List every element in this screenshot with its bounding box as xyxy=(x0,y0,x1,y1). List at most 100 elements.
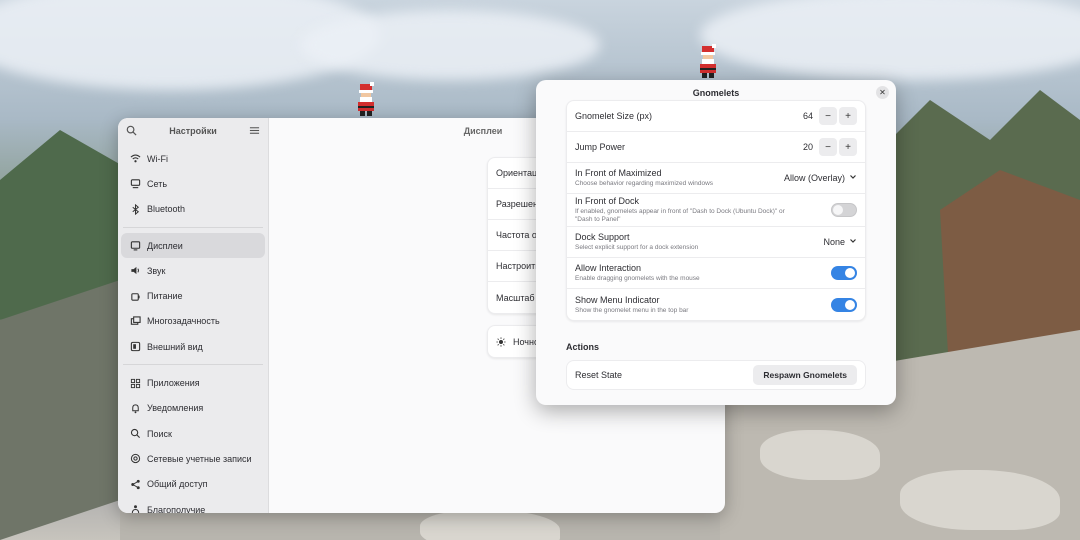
menu-icon[interactable] xyxy=(249,125,260,138)
row-subtitle: If enabled, gnomelets appear in front of… xyxy=(575,208,785,224)
power-icon xyxy=(129,290,141,302)
sidebar-item-label: Сетевые учетные записи xyxy=(147,453,252,464)
close-button[interactable]: ✕ xyxy=(876,86,889,99)
gnomelets-dialog: Gnomelets ✕ Gnomelet Size (px) 64 − + Ju… xyxy=(536,80,896,405)
decrease-button[interactable]: − xyxy=(819,138,837,156)
jump-value[interactable]: 20 xyxy=(799,142,817,152)
sidebar-item-label: Многозадачность xyxy=(147,316,220,327)
sidebar-title: Настройки xyxy=(169,126,217,136)
sidebar-item-network[interactable]: Сеть xyxy=(121,171,265,196)
dock-toggle[interactable] xyxy=(831,203,857,217)
sidebar-item-search[interactable]: Поиск xyxy=(121,421,265,446)
row-title: Allow Interaction xyxy=(575,263,642,273)
appearance-icon xyxy=(129,341,141,353)
dock-support-row[interactable]: Dock Support Select explicit support for… xyxy=(567,227,865,258)
show-menu-indicator-row: Show Menu Indicator Show the gnomelet me… xyxy=(567,289,865,320)
row-subtitle: Choose behavior regarding maximized wind… xyxy=(575,180,714,187)
dropdown-value: Allow (Overlay) xyxy=(783,173,845,183)
network-icon xyxy=(129,178,141,190)
interaction-toggle[interactable] xyxy=(831,266,857,280)
allow-interaction-row: Allow Interaction Enable dragging gnomel… xyxy=(567,258,865,289)
row-title: Dock Support xyxy=(575,232,630,242)
sidebar-item-label: Сеть xyxy=(147,178,168,189)
increase-button[interactable]: + xyxy=(839,107,857,125)
santa-gnomelet-icon[interactable] xyxy=(352,82,380,118)
gnomelet-size-row: Gnomelet Size (px) 64 − + xyxy=(567,101,865,132)
sidebar-item-displays[interactable]: Дисплеи xyxy=(121,232,265,259)
maximized-dropdown[interactable]: Allow (Overlay) xyxy=(784,173,857,183)
row-title: Show Menu Indicator xyxy=(575,294,660,305)
size-value[interactable]: 64 xyxy=(799,111,817,121)
dock-support-dropdown[interactable]: None xyxy=(823,237,857,247)
size-spinbutton: 64 − + xyxy=(799,107,857,125)
increase-button[interactable]: + xyxy=(839,138,857,156)
sidebar-item-label: Bluetooth xyxy=(147,204,186,215)
respawn-button[interactable]: Respawn Gnomelets xyxy=(753,365,857,385)
apps-icon xyxy=(129,377,141,389)
jump-spinbutton: 20 − + xyxy=(799,138,857,156)
row-subtitle: Select explicit support for a dock exten… xyxy=(575,244,699,251)
preferences-group: Gnomelet Size (px) 64 − + Jump Power 20 … xyxy=(566,100,866,321)
sidebar-item-power[interactable]: Питание xyxy=(121,283,265,308)
actions-group: Reset State Respawn Gnomelets xyxy=(566,360,866,390)
bluetooth-icon xyxy=(129,203,141,215)
search-icon xyxy=(129,428,141,440)
sidebar-item-wifi[interactable]: Wi-Fi xyxy=(121,146,265,171)
sidebar-item-bluetooth[interactable]: Bluetooth xyxy=(121,197,265,222)
row-title: In Front of Dock xyxy=(575,196,640,206)
chevron-down-icon xyxy=(849,237,857,247)
row-subtitle: Show the gnomelet menu in the top bar xyxy=(575,306,689,314)
sidebar-item-wellbeing[interactable]: Благополучие xyxy=(121,497,265,513)
search-icon[interactable] xyxy=(126,125,137,138)
night-light-icon xyxy=(496,336,506,347)
row-title: In Front of Maximized xyxy=(575,168,662,178)
menu-indicator-toggle[interactable] xyxy=(831,297,857,312)
dialog-title: Gnomelets xyxy=(692,88,740,98)
sidebar-item-sound[interactable]: Звук xyxy=(121,258,265,283)
row-title: Jump Power xyxy=(575,142,626,152)
row-subtitle: Enable dragging gnomelets with the mouse xyxy=(575,275,700,282)
display-icon xyxy=(129,240,141,252)
front-of-maximized-row[interactable]: In Front of Maximized Choose behavior re… xyxy=(567,163,865,194)
sidebar-item-label: Благополучие xyxy=(147,504,206,514)
sound-icon xyxy=(129,265,141,277)
sidebar-item-label: Внешний вид xyxy=(147,341,203,352)
reset-state-label: Reset State xyxy=(575,370,623,380)
sidebar-item-label: Поиск xyxy=(147,428,172,439)
toggle-knob xyxy=(833,205,843,215)
subtitle-line: "Dash to Panel" xyxy=(575,216,621,223)
sidebar-item-online-accounts[interactable]: Сетевые учетные записи xyxy=(121,446,265,471)
subtitle-line: If enabled, gnomelets appear in front of… xyxy=(575,208,785,215)
sidebar-item-notifications[interactable]: Уведомления xyxy=(121,396,265,421)
sidebar-item-label: Дисплеи xyxy=(147,240,183,251)
sidebar-item-label: Приложения xyxy=(147,378,200,389)
sidebar-separator xyxy=(123,364,263,366)
share-icon xyxy=(129,478,141,490)
wellbeing-icon xyxy=(129,504,141,513)
jump-power-row: Jump Power 20 − + xyxy=(567,132,865,163)
sidebar-separator xyxy=(123,226,263,228)
row-title: Gnomelet Size (px) xyxy=(575,111,653,121)
dropdown-value: None xyxy=(823,237,845,247)
toggle-knob xyxy=(845,299,855,310)
sidebar-header: Настройки xyxy=(118,118,268,144)
sidebar-item-label: Wi-Fi xyxy=(147,153,168,164)
sidebar-item-multitasking[interactable]: Многозадачность xyxy=(121,309,265,334)
chevron-down-icon xyxy=(849,173,857,183)
decrease-button[interactable]: − xyxy=(819,107,837,125)
sidebar-item-label: Питание xyxy=(147,291,183,302)
close-icon: ✕ xyxy=(879,88,886,97)
santa-gnomelet-icon[interactable] xyxy=(694,44,722,80)
front-of-dock-row: In Front of Dock If enabled, gnomelets a… xyxy=(567,194,865,227)
bell-icon xyxy=(129,402,141,414)
wifi-icon xyxy=(129,153,141,165)
multitasking-icon xyxy=(129,315,141,327)
sidebar-item-appearance[interactable]: Внешний вид xyxy=(121,334,265,359)
online-accounts-icon xyxy=(129,453,141,465)
row-label: Масштаб xyxy=(496,292,535,303)
settings-sidebar: Настройки Wi-Fi Сеть Bluetooth Дисплеи З… xyxy=(118,118,269,513)
actions-heading: Actions xyxy=(566,342,600,352)
sidebar-item-label: Звук xyxy=(147,265,166,276)
sidebar-item-sharing[interactable]: Общий доступ xyxy=(121,472,265,497)
sidebar-item-apps[interactable]: Приложения xyxy=(121,370,265,395)
